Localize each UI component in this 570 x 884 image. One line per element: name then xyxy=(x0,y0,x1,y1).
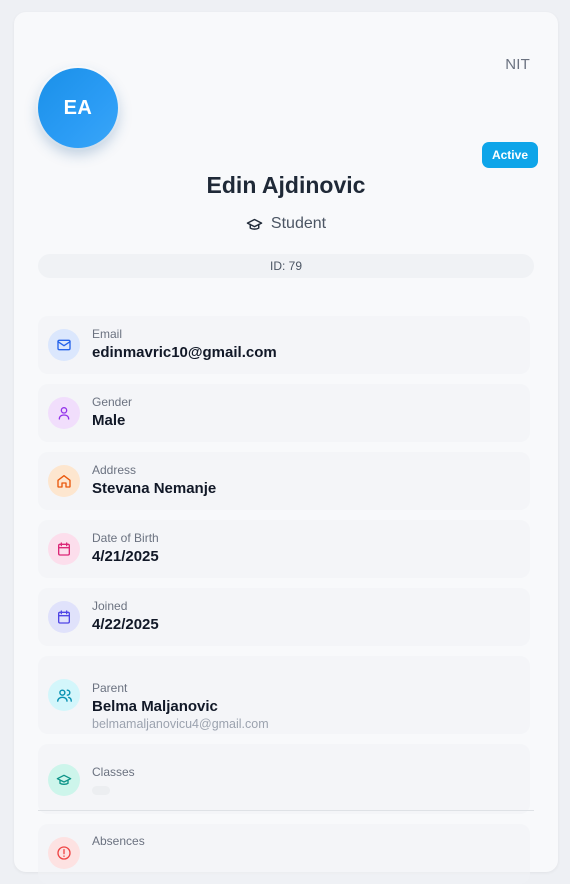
gender-value: Male xyxy=(92,412,126,429)
info-item-parent: Parent Belma Maljanovic belmamaljanovicu… xyxy=(38,656,530,734)
class-chip xyxy=(92,786,110,795)
status-badge: Active xyxy=(481,142,538,168)
parent-email: belmamaljanovicu4@gmail.com xyxy=(92,717,269,731)
divider xyxy=(38,810,534,811)
users-icon xyxy=(48,679,80,711)
info-item-email: Email edinmavric10@gmail.com xyxy=(38,316,530,374)
alert-icon xyxy=(48,837,80,869)
info-item-address: Address Stevana Nemanje xyxy=(38,452,530,510)
dob-value: 4/21/2025 xyxy=(92,548,159,565)
mail-icon xyxy=(48,329,80,361)
absences-label: Absences xyxy=(92,834,145,848)
calendar-icon xyxy=(48,601,80,633)
joined-value: 4/22/2025 xyxy=(92,616,159,633)
student-profile-card: NIT EA Active Edin Ajdinovic Student ID:… xyxy=(14,12,558,884)
home-icon xyxy=(48,465,80,497)
info-item-gender: Gender Male xyxy=(38,384,530,442)
email-label: Email xyxy=(92,327,123,341)
avatar-initials: EA xyxy=(63,96,93,119)
dob-label: Date of Birth xyxy=(92,531,159,545)
graduation-cap-icon xyxy=(246,216,263,233)
calendar-icon xyxy=(48,533,80,565)
school-name: NIT xyxy=(505,56,530,73)
student-id: ID: 79 xyxy=(38,254,534,278)
address-value: Stevana Nemanje xyxy=(92,480,217,497)
joined-label: Joined xyxy=(92,599,128,613)
info-item-absences: Absences xyxy=(38,824,530,884)
gender-label: Gender xyxy=(92,395,133,409)
parent-label: Parent xyxy=(92,681,128,695)
address-label: Address xyxy=(92,463,137,477)
graduation-cap-icon xyxy=(48,764,80,796)
user-icon xyxy=(48,397,80,429)
email-value: edinmavric10@gmail.com xyxy=(92,344,277,361)
student-name: Edin Ajdinovic xyxy=(206,172,366,198)
classes-label: Classes xyxy=(92,765,135,779)
avatar: EA xyxy=(38,68,118,148)
info-item-dob: Date of Birth 4/21/2025 xyxy=(38,520,530,578)
role-label: Student xyxy=(270,215,327,232)
parent-name: Belma Maljanovic xyxy=(92,698,218,715)
student-role: Student xyxy=(14,215,558,233)
info-item-joined: Joined 4/22/2025 xyxy=(38,588,530,646)
info-item-classes: Classes xyxy=(38,744,530,814)
